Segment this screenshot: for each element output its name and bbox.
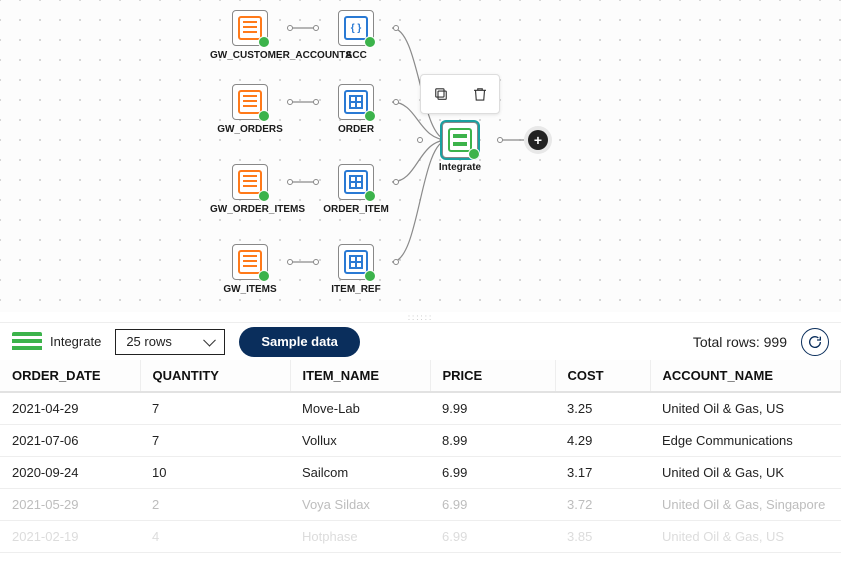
cell-order-date: 2021-02-19	[0, 521, 140, 553]
cell-item-name: Sailcom	[290, 457, 430, 489]
add-node-button[interactable]	[528, 130, 548, 150]
column-header[interactable]: QUANTITY	[140, 360, 290, 392]
column-header[interactable]: ITEM_NAME	[290, 360, 430, 392]
copy-icon[interactable]	[429, 82, 453, 106]
node-gw-order-items[interactable]: GW_ORDER_ITEMS	[210, 164, 290, 215]
node-label: ORDER	[316, 124, 396, 135]
node-item-ref[interactable]: ITEM_REF	[316, 244, 396, 295]
node-label: GW_ORDER_ITEMS	[210, 204, 290, 215]
node-gw-orders[interactable]: GW_ORDERS	[210, 84, 290, 135]
cell-item-name: Move-Lab	[290, 392, 430, 425]
cell-cost: 3.17	[555, 457, 650, 489]
cell-order-date: 2021-04-29	[0, 392, 140, 425]
sample-data-button[interactable]: Sample data	[239, 327, 360, 357]
cell-account-name: United Oil & Gas, UK	[650, 457, 841, 489]
cell-item-name: Hotphase	[290, 521, 430, 553]
node-acc[interactable]: ACC	[316, 10, 396, 61]
node-gw-customer-accounts[interactable]: GW_CUSTOMER_ACCOUNTS	[210, 10, 290, 61]
cell-item-name: Vollux	[290, 425, 430, 457]
cell-order-date: 2021-05-29	[0, 489, 140, 521]
node-label: ITEM_REF	[316, 284, 396, 295]
cell-quantity: 2	[140, 489, 290, 521]
flow-canvas[interactable]: GW_CUSTOMER_ACCOUNTS ACC GW_ORDERS ORDER…	[0, 0, 841, 312]
node-gw-items[interactable]: GW_ITEMS	[210, 244, 290, 295]
node-integrate[interactable]: Integrate	[420, 122, 500, 173]
rows-selector-value: 25 rows	[126, 334, 172, 349]
refresh-button[interactable]	[801, 328, 829, 356]
cell-price: 8.99	[430, 425, 555, 457]
table-row[interactable]: 2020-09-2410Sailcom6.993.17United Oil & …	[0, 457, 841, 489]
integrate-icon	[12, 332, 42, 352]
cell-quantity: 7	[140, 392, 290, 425]
preview-node-name: Integrate	[50, 334, 101, 349]
column-header[interactable]: COST	[555, 360, 650, 392]
preview-table: ORDER_DATE QUANTITY ITEM_NAME PRICE COST…	[0, 360, 841, 553]
cell-cost: 3.72	[555, 489, 650, 521]
panel-resize-handle[interactable]: ::::::	[0, 312, 841, 322]
cell-cost: 4.29	[555, 425, 650, 457]
node-toolbar	[420, 74, 500, 114]
cell-price: 9.99	[430, 392, 555, 425]
cell-order-date: 2020-09-24	[0, 457, 140, 489]
node-order-item[interactable]: ORDER_ITEM	[316, 164, 396, 215]
node-label: GW_ORDERS	[210, 124, 290, 135]
table-row[interactable]: 2021-04-297Move-Lab9.993.25United Oil & …	[0, 392, 841, 425]
trash-icon[interactable]	[468, 82, 492, 106]
node-label: ORDER_ITEM	[316, 204, 396, 215]
node-label: ACC	[316, 50, 396, 61]
table-header-row: ORDER_DATE QUANTITY ITEM_NAME PRICE COST…	[0, 360, 841, 392]
cell-cost: 3.85	[555, 521, 650, 553]
node-order[interactable]: ORDER	[316, 84, 396, 135]
cell-price: 6.99	[430, 457, 555, 489]
cell-order-date: 2021-07-06	[0, 425, 140, 457]
table-row[interactable]: 2021-05-292Voya Sildax6.993.72United Oil…	[0, 489, 841, 521]
cell-quantity: 4	[140, 521, 290, 553]
cell-account-name: Edge Communications	[650, 425, 841, 457]
column-header[interactable]: ORDER_DATE	[0, 360, 140, 392]
table-row[interactable]: 2021-02-194Hotphase6.993.85United Oil & …	[0, 521, 841, 553]
cell-account-name: United Oil & Gas, US	[650, 521, 841, 553]
node-label: GW_ITEMS	[210, 284, 290, 295]
cell-quantity: 10	[140, 457, 290, 489]
rows-selector[interactable]: 25 rows	[115, 329, 225, 355]
node-label: Integrate	[420, 162, 500, 173]
cell-cost: 3.25	[555, 392, 650, 425]
cell-account-name: United Oil & Gas, US	[650, 392, 841, 425]
node-label: GW_CUSTOMER_ACCOUNTS	[210, 50, 290, 61]
preview-toolbar: Integrate 25 rows Sample data Total rows…	[0, 322, 841, 360]
table-row[interactable]: 2021-07-067Vollux8.994.29Edge Communicat…	[0, 425, 841, 457]
column-header[interactable]: ACCOUNT_NAME	[650, 360, 841, 392]
cell-account-name: United Oil & Gas, Singapore	[650, 489, 841, 521]
column-header[interactable]: PRICE	[430, 360, 555, 392]
cell-quantity: 7	[140, 425, 290, 457]
total-rows: Total rows: 999	[693, 334, 787, 350]
cell-item-name: Voya Sildax	[290, 489, 430, 521]
cell-price: 6.99	[430, 521, 555, 553]
cell-price: 6.99	[430, 489, 555, 521]
